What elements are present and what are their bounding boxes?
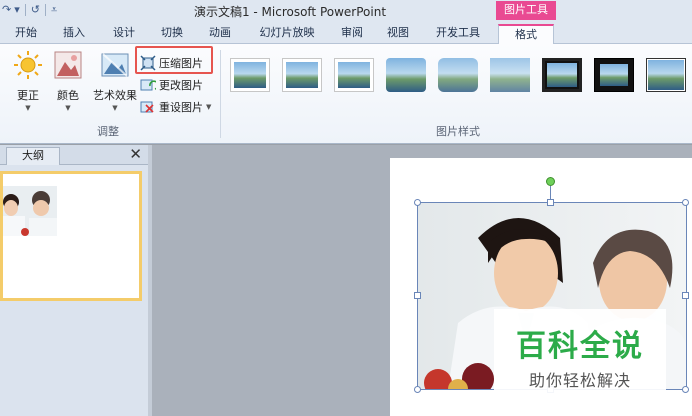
reset-picture-label: 重设图片	[159, 101, 203, 114]
picture-style-thumbnail[interactable]	[594, 58, 634, 92]
picture-style-thumbnail[interactable]	[646, 58, 686, 92]
tab-transitions[interactable]: 切换	[152, 24, 192, 44]
artistic-effects-button[interactable]: 艺术效果 ▼	[92, 50, 138, 112]
tab-insert[interactable]: 插入	[54, 24, 94, 44]
tab-format[interactable]: 格式	[498, 24, 554, 45]
window-title: 演示文稿1 - Microsoft PowerPoint	[193, 5, 387, 19]
reset-picture-icon	[140, 101, 154, 113]
compress-highlight-box	[135, 46, 213, 74]
artistic-effects-icon	[101, 53, 129, 77]
ribbon-tabs: 开始 插入 设计 切换 动画 幻灯片放映 审阅 视图 开发工具 格式	[0, 20, 692, 45]
tab-design[interactable]: 设计	[104, 24, 144, 44]
watermark-title: 百科全说	[516, 329, 644, 364]
redo-icon[interactable]: ↷	[2, 2, 11, 18]
tab-developer[interactable]: 开发工具	[428, 24, 488, 44]
customize-qat-icon[interactable]: ⩡	[51, 2, 57, 18]
resize-handle-bottom-left[interactable]	[414, 386, 421, 393]
picture-style-thumbnail[interactable]	[438, 58, 478, 92]
dropdown-arrow-icon[interactable]: ▾	[14, 2, 20, 18]
picture-style-thumbnail[interactable]	[490, 58, 530, 92]
picture-style-thumbnail-selected[interactable]	[542, 58, 582, 92]
picture-tools-context-tab: 图片工具	[496, 1, 556, 20]
change-picture-icon	[140, 79, 156, 91]
color-label: 颜色	[57, 89, 79, 102]
chevron-down-icon: ▼	[206, 103, 212, 111]
picture-color-icon	[54, 51, 82, 79]
tab-outline[interactable]: 大纲	[6, 147, 60, 165]
picture-styles-group-label: 图片样式	[436, 125, 480, 138]
picture-style-thumbnail[interactable]	[334, 58, 374, 92]
corrections-label: 更正	[17, 89, 39, 102]
tab-slideshow[interactable]: 幻灯片放映	[252, 24, 322, 44]
chevron-down-icon: ▼	[25, 104, 31, 112]
tab-animations[interactable]: 动画	[200, 24, 240, 44]
title-bar: ↷ ▾ ↺ ⩡ 演示文稿1 - Microsoft PowerPoint 图片工…	[0, 0, 692, 20]
sun-icon	[14, 51, 42, 79]
qat-separator	[44, 4, 46, 16]
resize-handle-top-right[interactable]	[682, 199, 689, 206]
group-separator	[220, 50, 221, 138]
qat-separator	[24, 4, 26, 16]
adjust-group-label: 调整	[97, 125, 119, 138]
ribbon: 更正 ▼ 颜色 ▼ 艺术效果 ▼ 压缩图片 更改图片 重设图片 ▼ 调整 图片样…	[0, 44, 692, 144]
resize-handle-left[interactable]	[414, 292, 421, 299]
resize-handle-bottom-right[interactable]	[682, 386, 689, 393]
corrections-button[interactable]: 更正 ▼	[8, 50, 48, 112]
close-icon[interactable]: ✕	[129, 146, 142, 163]
picture-style-thumbnail[interactable]	[230, 58, 270, 92]
change-picture-label: 更改图片	[159, 79, 203, 92]
reset-picture-button[interactable]: 重设图片 ▼	[140, 97, 211, 117]
repeat-icon[interactable]: ↺	[31, 2, 40, 18]
change-picture-button[interactable]: 更改图片	[140, 75, 203, 95]
tab-review[interactable]: 审阅	[334, 24, 370, 44]
slide-thumbnail[interactable]	[0, 171, 142, 301]
panel-tab-strip: 大纲 ✕	[0, 145, 148, 165]
resize-handle-top[interactable]	[547, 199, 554, 206]
color-button[interactable]: 颜色 ▼	[48, 50, 88, 112]
watermark-logo: 百科全说 助你轻松解决	[494, 309, 666, 395]
slides-outline-panel: 大纲 ✕	[0, 145, 148, 416]
watermark-subtitle: 助你轻松解决	[528, 371, 631, 390]
resize-handle-top-left[interactable]	[414, 199, 421, 206]
tab-home[interactable]: 开始	[6, 24, 46, 44]
rotate-handle[interactable]	[546, 177, 555, 186]
slide-thumbnail-photo	[3, 186, 57, 236]
tab-view[interactable]: 视图	[380, 24, 416, 44]
chevron-down-icon: ▼	[65, 104, 71, 112]
picture-style-thumbnail[interactable]	[282, 58, 322, 92]
picture-style-thumbnail[interactable]	[386, 58, 426, 92]
quick-access-toolbar: ↷ ▾ ↺ ⩡	[0, 2, 57, 18]
resize-handle-right[interactable]	[682, 292, 689, 299]
artistic-effects-label: 艺术效果	[93, 89, 137, 102]
chevron-down-icon: ▼	[112, 104, 118, 112]
